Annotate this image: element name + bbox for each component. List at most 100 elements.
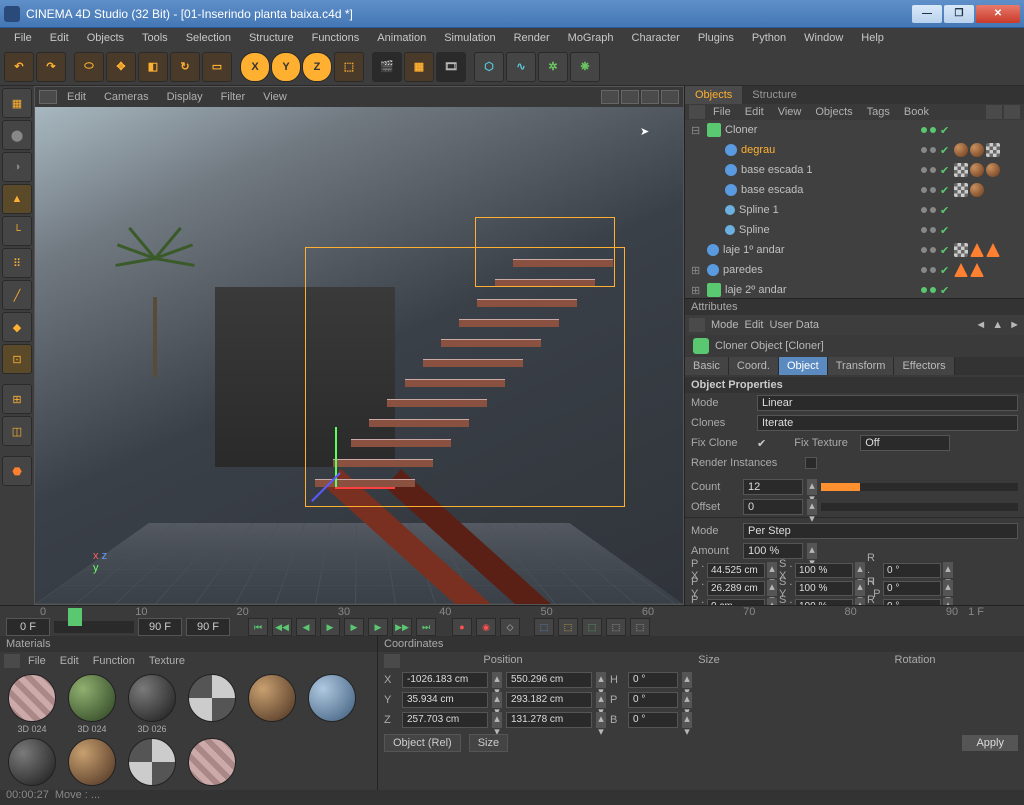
rotation-field[interactable]: 0 °: [628, 672, 678, 688]
enable-checkmark[interactable]: ✔: [940, 124, 952, 137]
select-tool[interactable]: ⬭: [74, 52, 104, 82]
workplane-button[interactable]: ◫: [2, 416, 32, 446]
vp-menu-cameras[interactable]: Cameras: [96, 89, 157, 105]
visibility-dot[interactable]: [921, 187, 927, 193]
object-name[interactable]: laje 1º andar: [723, 244, 880, 256]
vp-menu-filter[interactable]: Filter: [213, 89, 253, 105]
s-spinner[interactable]: ▴▾: [855, 562, 865, 578]
tag-icon[interactable]: [986, 163, 1000, 177]
tag-icon[interactable]: [954, 183, 968, 197]
goto-end-button[interactable]: ⏭: [416, 618, 436, 636]
tree-row[interactable]: base escada 1 ✔: [685, 160, 1024, 180]
coord-apply-button[interactable]: Apply: [962, 735, 1018, 751]
viewport-solo-button[interactable]: ⊡: [2, 344, 32, 374]
visibility-dot[interactable]: [930, 207, 936, 213]
objects-tree[interactable]: ⊟ Cloner ✔ degrau ✔ base escada 1 ✔ base…: [685, 120, 1024, 298]
play-button[interactable]: ▶: [344, 618, 364, 636]
object-name[interactable]: laje 2º andar: [725, 284, 880, 296]
obj-menu-book[interactable]: Book: [898, 104, 935, 120]
keyframe-sel-button[interactable]: ◇: [500, 618, 520, 636]
size-field[interactable]: 550.296 cm: [506, 672, 592, 688]
menu-help[interactable]: Help: [853, 30, 892, 46]
texture-mode-button[interactable]: ◑: [2, 152, 32, 182]
attr-tab-basic[interactable]: Basic: [685, 357, 729, 375]
obj-menu-edit[interactable]: Edit: [739, 104, 770, 120]
position-spinner[interactable]: ▴▾: [492, 672, 502, 688]
material-item[interactable]: [304, 674, 360, 734]
size-field[interactable]: 293.182 cm: [506, 692, 592, 708]
visibility-dot[interactable]: [930, 267, 936, 273]
material-item[interactable]: [184, 738, 240, 786]
menu-simulation[interactable]: Simulation: [436, 30, 503, 46]
amount-spinner[interactable]: ▴▾: [807, 543, 817, 559]
objects-search-icon[interactable]: [986, 105, 1002, 119]
scale-tool[interactable]: ◧: [138, 52, 168, 82]
mode-dropdown[interactable]: Linear: [757, 395, 1018, 411]
tree-row[interactable]: ⊞ laje 2º andar ✔: [685, 280, 1024, 298]
vp-nav-zoom-icon[interactable]: [621, 90, 639, 104]
perspective-viewport[interactable]: x zy ➤: [35, 107, 683, 604]
attr-tab-transform[interactable]: Transform: [828, 357, 895, 375]
obj-menu-view[interactable]: View: [772, 104, 808, 120]
goto-start-button[interactable]: ⏮: [248, 618, 268, 636]
enable-checkmark[interactable]: ✔: [940, 164, 952, 177]
add-generator-button[interactable]: ✲: [538, 52, 568, 82]
prev-key-button[interactable]: ◀◀: [272, 618, 292, 636]
visibility-dot[interactable]: [921, 227, 927, 233]
obj-menu-file[interactable]: File: [707, 104, 737, 120]
mat-menu-texture[interactable]: Texture: [143, 653, 191, 669]
s-field[interactable]: 100 %: [795, 581, 853, 596]
menu-plugins[interactable]: Plugins: [690, 30, 742, 46]
expand-icon[interactable]: ⊞: [691, 264, 703, 277]
tree-row[interactable]: Spline 1 ✔: [685, 200, 1024, 220]
position-spinner[interactable]: ▴▾: [492, 692, 502, 708]
record-button[interactable]: ●: [452, 618, 472, 636]
tree-row[interactable]: base escada ✔: [685, 180, 1024, 200]
key-param-button[interactable]: ⬚: [606, 618, 626, 636]
attr-nav-up[interactable]: ▲: [992, 319, 1003, 331]
position-field[interactable]: 35.934 cm: [402, 692, 488, 708]
p-spinner[interactable]: ▴▾: [767, 562, 777, 578]
visibility-dot[interactable]: [921, 247, 927, 253]
render-instances-checkbox[interactable]: [805, 457, 817, 469]
range-slider[interactable]: [54, 621, 134, 633]
render-view-button[interactable]: 🎬: [372, 52, 402, 82]
visibility-dot[interactable]: [930, 287, 936, 293]
key-pla-button[interactable]: ⬚: [630, 618, 650, 636]
enable-checkmark[interactable]: ✔: [940, 224, 952, 237]
edge-mode-button[interactable]: ╱: [2, 280, 32, 310]
materials-grid[interactable]: 3D 024 3D 024 3D 026: [0, 670, 377, 790]
coord-size-dropdown[interactable]: Size: [469, 734, 508, 752]
material-item[interactable]: 3D 024: [64, 674, 120, 734]
make-editable-button[interactable]: ▦: [2, 88, 32, 118]
coords-config-icon[interactable]: [384, 654, 400, 668]
visibility-dot[interactable]: [930, 227, 936, 233]
expand-icon[interactable]: ⊟: [691, 124, 703, 137]
snap-button[interactable]: ⊞: [2, 384, 32, 414]
redo-button[interactable]: ↷: [36, 52, 66, 82]
tree-row[interactable]: Spline ✔: [685, 220, 1024, 240]
tag-icon[interactable]: [986, 143, 1000, 157]
rotation-spinner[interactable]: ▴▾: [682, 712, 692, 728]
attr-menu-edit[interactable]: Edit: [745, 319, 764, 331]
position-field[interactable]: -1026.183 cm: [402, 672, 488, 688]
tag-icon[interactable]: [986, 243, 1000, 257]
coord-system-button[interactable]: ⬚: [334, 52, 364, 82]
material-item[interactable]: [244, 674, 300, 734]
expand-icon[interactable]: ⊞: [691, 284, 703, 297]
vp-menu-edit[interactable]: Edit: [59, 89, 94, 105]
visibility-dot[interactable]: [930, 127, 936, 133]
tag-icon[interactable]: [954, 263, 968, 277]
mat-menu-file[interactable]: File: [22, 653, 52, 669]
tag-icon[interactable]: [970, 263, 984, 277]
object-name[interactable]: Spline: [739, 224, 880, 236]
tree-row[interactable]: ⊞ paredes ✔: [685, 260, 1024, 280]
dynamics-button[interactable]: ⬣: [2, 456, 32, 486]
visibility-dot[interactable]: [930, 187, 936, 193]
enable-checkmark[interactable]: ✔: [940, 204, 952, 217]
menu-selection[interactable]: Selection: [178, 30, 239, 46]
r-spinner[interactable]: ▴▾: [943, 580, 953, 596]
material-item[interactable]: [4, 738, 60, 786]
position-field[interactable]: 257.703 cm: [402, 712, 488, 728]
objects-tab[interactable]: Objects: [685, 86, 742, 104]
